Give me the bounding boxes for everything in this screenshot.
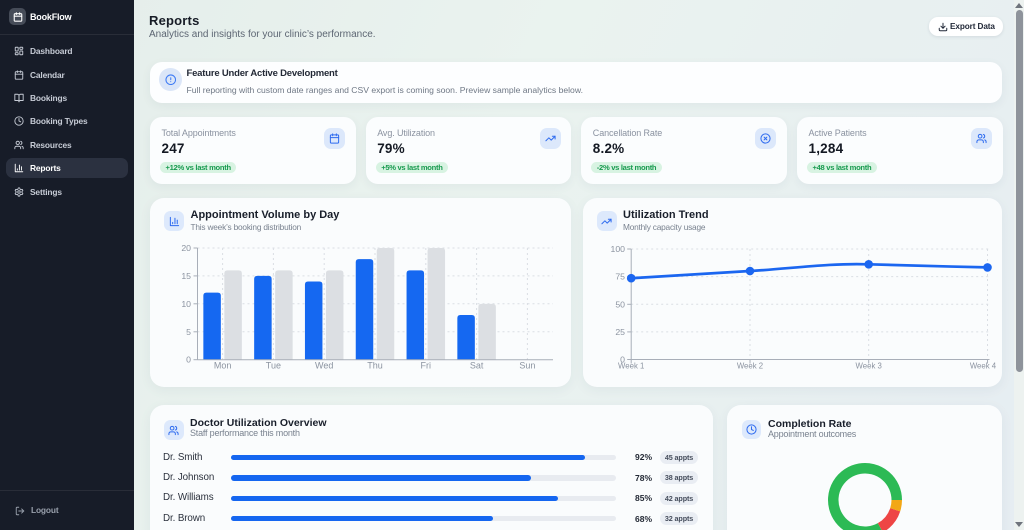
svg-text:100: 100: [610, 244, 625, 254]
svg-text:Week 2: Week 2: [736, 362, 762, 371]
svg-text:Week 1: Week 1: [618, 362, 644, 371]
svg-text:Week 4: Week 4: [969, 362, 996, 371]
svg-text:5: 5: [186, 327, 191, 337]
svg-text:50: 50: [615, 299, 625, 309]
svg-text:Sat: Sat: [470, 361, 484, 371]
svg-text:Week 3: Week 3: [855, 362, 881, 371]
svg-text:10: 10: [181, 299, 191, 309]
svg-text:Thu: Thu: [367, 361, 383, 371]
svg-text:Sun: Sun: [519, 361, 535, 371]
svg-text:25: 25: [615, 327, 625, 337]
svg-text:Mon: Mon: [214, 361, 232, 371]
svg-text:75: 75: [615, 272, 625, 282]
svg-text:Wed: Wed: [315, 361, 333, 371]
svg-text:Fri: Fri: [421, 361, 432, 371]
svg-text:15: 15: [181, 271, 191, 281]
svg-text:Tue: Tue: [266, 361, 281, 371]
svg-text:0: 0: [186, 355, 191, 365]
svg-text:20: 20: [181, 243, 191, 253]
